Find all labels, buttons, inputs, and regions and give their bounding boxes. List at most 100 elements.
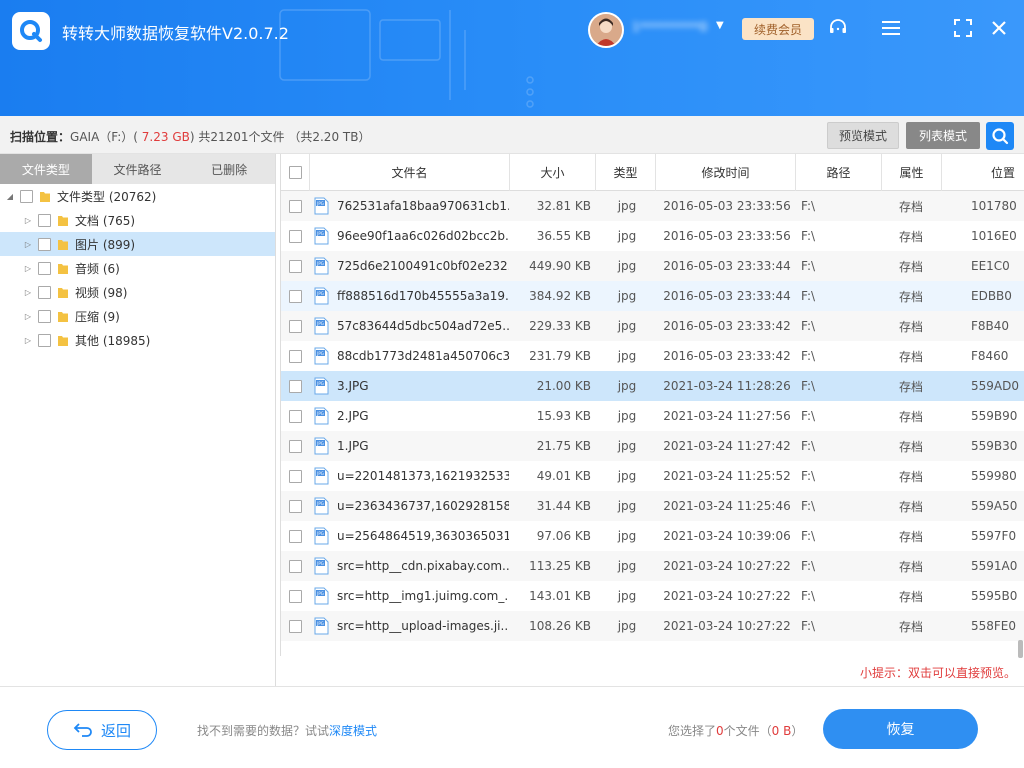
row-modified: 2021-03-24 10:39:06 (663, 529, 791, 543)
tree-collapse-icon[interactable]: ◢ (4, 192, 16, 201)
tab-deleted[interactable]: 已删除 (183, 154, 275, 184)
table-row[interactable]: JPG 762531afa18baa970631cb1... 32.81 KB jpg… (281, 191, 1024, 221)
row-position: 559B30 (971, 439, 1018, 453)
row-checkbox[interactable] (289, 259, 302, 273)
tree-item[interactable]: ▷ 图片 (899) (0, 232, 275, 256)
table-row[interactable]: JPG u=2201481373,1621932533,... 49.01 KB jp… (281, 461, 1024, 491)
renew-membership-button[interactable]: 续费会员 (742, 18, 814, 40)
row-size: 384.92 KB (529, 289, 591, 303)
row-modified: 2021-03-24 11:27:56 (663, 409, 791, 423)
col-filename[interactable]: 文件名 (310, 154, 510, 191)
row-checkbox[interactable] (289, 289, 302, 303)
row-attr: 存档 (898, 499, 923, 514)
tree-item-checkbox[interactable] (38, 213, 51, 227)
tree-item[interactable]: ◢ 文件类型 (20762) (0, 184, 275, 208)
tree-expand-icon[interactable]: ▷ (22, 240, 34, 249)
table-row[interactable]: JPG 725d6e2100491c0bf02e232... 449.90 KB jp… (281, 251, 1024, 281)
deep-mode-link[interactable]: 深度模式 (329, 724, 377, 738)
folder-icon (58, 287, 68, 298)
table-row[interactable]: JPG u=2363436737,1602928158,... 31.44 KB jp… (281, 491, 1024, 521)
folder-icon (58, 335, 68, 346)
row-checkbox[interactable] (289, 499, 302, 513)
tree-item[interactable]: ▷ 视频 (98) (0, 280, 275, 304)
username[interactable]: 1**********0 (632, 20, 710, 34)
table-row[interactable]: JPG 1.JPG 21.75 KB jpg 2021-03-24 11:27:42 F:… (281, 431, 1024, 461)
row-modified: 2016-05-03 23:33:44 (663, 289, 791, 303)
close-icon[interactable] (988, 17, 1010, 39)
table-scrollbar[interactable] (1018, 640, 1023, 658)
row-type: jpg (617, 259, 637, 273)
col-path[interactable]: 路径 (796, 154, 882, 191)
search-button[interactable] (986, 122, 1014, 150)
col-modified[interactable]: 修改时间 (656, 154, 796, 191)
svg-text:JPG: JPG (316, 531, 324, 536)
col-type[interactable]: 类型 (596, 154, 656, 191)
table-row[interactable]: JPG ff888516d170b45555a3a19... 384.92 KB jp… (281, 281, 1024, 311)
row-checkbox[interactable] (289, 439, 302, 453)
svg-text:JPG: JPG (316, 351, 324, 356)
tree-item[interactable]: ▷ 文档 (765) (0, 208, 275, 232)
list-mode-button[interactable]: 列表模式 (906, 122, 980, 149)
table-row[interactable]: JPG 96ee90f1aa6c026d02bcc2b... 36.55 KB jpg… (281, 221, 1024, 251)
row-attr: 存档 (898, 379, 923, 394)
tab-file-path[interactable]: 文件路径 (92, 154, 184, 184)
table-row[interactable]: JPG src=http__upload-images.ji... 108.26 K… (281, 611, 1024, 641)
image-file-icon: JPG (314, 287, 329, 305)
row-type: jpg (617, 559, 637, 573)
table-row[interactable]: JPG src=http__img1.juimg.com_... 143.01 KB… (281, 581, 1024, 611)
chevron-down-icon[interactable]: ▼ (716, 20, 724, 31)
tree-item-checkbox[interactable] (38, 237, 51, 251)
scan-info-bar: 扫描位置：GAIA（F:）( 7.23 GB) 共21201个文件 （共2.20… (0, 116, 1024, 154)
table-row[interactable]: JPG 2.JPG 15.93 KB jpg 2021-03-24 11:27:56 F:… (281, 401, 1024, 431)
row-checkbox[interactable] (289, 349, 302, 363)
folder-icon (58, 239, 68, 250)
row-checkbox[interactable] (289, 529, 302, 543)
back-button[interactable]: 返回 (47, 710, 157, 750)
preview-mode-button[interactable]: 预览模式 (827, 122, 899, 149)
tree-item[interactable]: ▷ 压缩 (9) (0, 304, 275, 328)
table-row[interactable]: JPG 57c83644d5dbc504ad72e5... 229.33 KB jpg… (281, 311, 1024, 341)
tab-file-type[interactable]: 文件类型 (0, 154, 92, 184)
col-position[interactable]: 位置 (942, 154, 1024, 191)
row-checkbox[interactable] (289, 229, 302, 243)
tree-expand-icon[interactable]: ▷ (22, 336, 34, 345)
tree-expand-icon[interactable]: ▷ (22, 216, 34, 225)
tree-expand-icon[interactable]: ▷ (22, 312, 34, 321)
tree-item-checkbox[interactable] (20, 189, 33, 203)
col-attr[interactable]: 属性 (882, 154, 942, 191)
row-type: jpg (617, 409, 637, 423)
maximize-icon[interactable] (952, 17, 974, 39)
tree-item-checkbox[interactable] (38, 261, 51, 275)
tree-expand-icon[interactable]: ▷ (22, 264, 34, 273)
row-checkbox[interactable] (289, 379, 302, 393)
row-type: jpg (617, 499, 637, 513)
headset-icon[interactable] (827, 17, 849, 39)
menu-icon[interactable] (880, 17, 902, 39)
selected-size: 0 B (771, 724, 792, 738)
row-checkbox[interactable] (289, 319, 302, 333)
recover-button[interactable]: 恢复 (823, 709, 978, 749)
row-checkbox[interactable] (289, 409, 302, 423)
table-row[interactable]: JPG 88cdb1773d2481a450706c3... 231.79 KB jp… (281, 341, 1024, 371)
row-checkbox[interactable] (289, 589, 302, 603)
tree-item-checkbox[interactable] (38, 333, 51, 347)
col-size[interactable]: 大小 (510, 154, 596, 191)
row-checkbox[interactable] (289, 559, 302, 573)
tree-item-checkbox[interactable] (38, 309, 51, 323)
table-row[interactable]: JPG 3.JPG 21.00 KB jpg 2021-03-24 11:28:26 F:… (281, 371, 1024, 401)
row-position: EDBB0 (971, 289, 1012, 303)
table-row[interactable]: JPG u=2564864519,3630365031,... 97.06 KB jp… (281, 521, 1024, 551)
svg-text:JPG: JPG (316, 261, 324, 266)
tree-item[interactable]: ▷ 音频 (6) (0, 256, 275, 280)
tree-item-label: 视频 (98) (75, 285, 128, 300)
tree-item-checkbox[interactable] (38, 285, 51, 299)
tree-item[interactable]: ▷ 其他 (18985) (0, 328, 275, 352)
title-bar: 转转大师数据恢复软件V2.0.7.2 1**********0 ▼ 续费会员 (0, 0, 1024, 116)
select-all-checkbox[interactable] (288, 166, 302, 179)
user-avatar[interactable] (588, 12, 624, 48)
row-checkbox[interactable] (289, 469, 302, 483)
tree-expand-icon[interactable]: ▷ (22, 288, 34, 297)
table-row[interactable]: JPG src=http__cdn.pixabay.com... 113.25 KB… (281, 551, 1024, 581)
row-checkbox[interactable] (289, 619, 302, 633)
row-checkbox[interactable] (289, 199, 302, 213)
